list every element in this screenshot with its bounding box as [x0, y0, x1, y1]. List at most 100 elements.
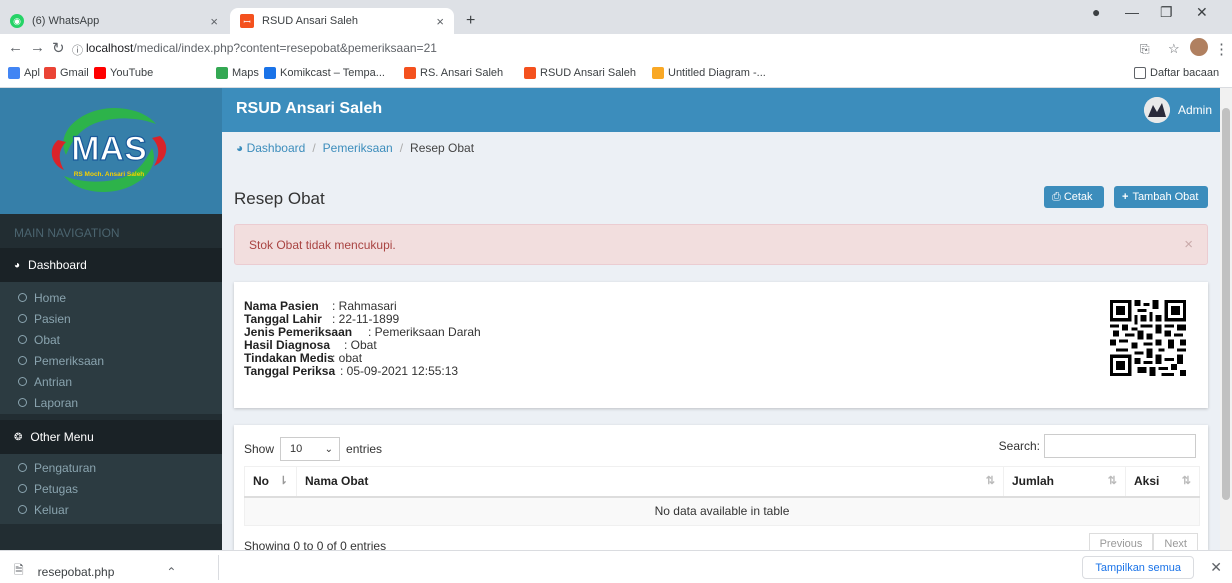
bookmark-rsud-ansari[interactable]: RSUD Ansari Saleh — [524, 67, 636, 79]
sidebar-item-laporan[interactable]: Laporan — [0, 392, 222, 413]
app-title: RSUD Ansari Saleh — [236, 100, 383, 117]
bookmark-label: Gmail — [60, 67, 89, 79]
sidebar-item-pemeriksaan[interactable]: Pemeriksaan — [0, 350, 222, 371]
circle-icon — [18, 377, 27, 386]
translate-icon[interactable]: ⎘ — [1140, 42, 1150, 57]
scrollbar-thumb[interactable] — [1222, 108, 1230, 500]
main-nav-header: MAIN NAVIGATION — [14, 226, 120, 240]
site-favicon — [524, 67, 536, 79]
tab-rsud[interactable]: ꟷ RSUD Ansari Saleh × — [230, 8, 454, 34]
entries-label: entries — [346, 442, 383, 456]
column-label: Nama Obat — [305, 474, 369, 489]
column-header-no[interactable]: No ⇂ — [244, 466, 297, 498]
button-label: Cetak — [1063, 191, 1093, 203]
mas-logo: MAS RS Moch. Ansari Saleh — [51, 108, 167, 192]
circle-icon — [18, 463, 27, 472]
sidebar-item-home[interactable]: Home — [0, 287, 222, 308]
svg-text:RS Moch. Ansari Saleh: RS Moch. Ansari Saleh — [74, 171, 145, 178]
sidebar-item-pasien[interactable]: Pasien — [0, 308, 222, 329]
medicine-table: No ⇂ Nama Obat ⇅ Jumlah ⇅ Aksi ⇅ No data ava… — [244, 466, 1200, 526]
user-menu[interactable]: Admin — [1143, 97, 1212, 123]
close-tab-icon[interactable]: × — [436, 14, 444, 29]
menu-item-label: Antrian — [34, 374, 73, 389]
reading-list[interactable]: Daftar bacaan — [1134, 67, 1219, 79]
dashboard-icon: ◕ — [14, 259, 21, 271]
bookmark-gmail[interactable]: Gmail — [44, 67, 89, 79]
breadcrumb-dashboard[interactable]: ◕ Dashboard — [236, 141, 305, 155]
menu-item-label: Home — [34, 290, 67, 305]
sidebar-item-antrian[interactable]: Antrian — [0, 371, 222, 392]
reload-icon[interactable]: ↻ — [52, 39, 65, 57]
bookmark-label: YouTube — [110, 67, 154, 79]
file-icon: 🗎 — [14, 563, 24, 577]
profile-avatar[interactable] — [1190, 38, 1208, 56]
entries-select[interactable]: 10 ⌄ — [280, 437, 341, 461]
menu-item-label: Keluar — [34, 502, 69, 517]
search-input[interactable] — [1044, 434, 1196, 458]
chevron-up-icon[interactable]: ⌃ — [166, 565, 176, 579]
bookmark-untitled-diagram[interactable]: Untitled Diagram -... — [652, 67, 766, 79]
close-icon[interactable]: × — [1184, 236, 1193, 253]
button-label: Tambah Obat — [1132, 191, 1199, 203]
bookmark-label: Untitled Diagram -... — [668, 67, 766, 79]
download-filename: resepobat.php — [37, 564, 115, 579]
bookmark-apps[interactable]: Apl — [8, 67, 40, 79]
close-window-icon[interactable]: ✕ — [1196, 4, 1208, 21]
column-label: Jumlah — [1012, 474, 1055, 489]
new-tab-button[interactable]: + — [456, 8, 486, 34]
forward-icon[interactable]: → — [30, 39, 45, 56]
menu-item-label: Laporan — [34, 395, 79, 410]
maximize-icon[interactable]: ❐ — [1160, 4, 1173, 21]
menu-dashboard[interactable]: ◕ Dashboard — [0, 248, 222, 282]
download-item[interactable]: 🗎 resepobat.php ⌃ — [14, 561, 176, 582]
top-navbar: RSUD Ansari Saleh Admin — [222, 88, 1220, 132]
other-submenu: Pengaturan Petugas Keluar — [0, 454, 222, 524]
bookmark-komikcast[interactable]: Komikcast – Tempa... — [264, 67, 385, 79]
entries-length: Show 10 ⌄ entries — [244, 437, 382, 461]
tab-whatsapp[interactable]: ◉ (6) WhatsApp × — [0, 8, 228, 34]
minimize-icon[interactable]: — — [1125, 4, 1139, 20]
bookmark-label: Apl — [24, 67, 40, 79]
star-icon[interactable]: ☆ — [1168, 41, 1180, 57]
close-tab-icon[interactable]: × — [210, 14, 218, 29]
column-header-nama-obat[interactable]: Nama Obat ⇅ — [296, 466, 1004, 498]
table-row: No data available in table — [244, 496, 1200, 526]
whatsapp-icon: ◉ — [10, 14, 24, 28]
menu-other[interactable]: ❂ Other Menu — [0, 420, 222, 454]
profile-dot-icon[interactable]: ● — [1092, 4, 1100, 20]
close-icon[interactable]: ✕ — [1210, 559, 1222, 576]
site-favicon — [404, 67, 416, 79]
sort-asc-icon: ⇂ — [278, 475, 288, 488]
print-icon: ⎙ — [1052, 190, 1061, 203]
info-value: : 05-09-2021 12:55:13 — [340, 364, 459, 378]
url-input[interactable]: localhost/medical/index.php?content=rese… — [86, 41, 437, 55]
logo[interactable]: MAS RS Moch. Ansari Saleh — [0, 88, 222, 214]
print-button[interactable]: ⎙ Cetak — [1044, 186, 1104, 208]
circle-icon — [18, 335, 27, 344]
sidebar-item-pengaturan[interactable]: Pengaturan — [0, 457, 222, 478]
info-icon[interactable]: ⓘ — [72, 42, 83, 58]
table-header-row: No ⇂ Nama Obat ⇅ Jumlah ⇅ Aksi ⇅ — [244, 466, 1200, 498]
breadcrumb-label: Dashboard — [246, 141, 306, 155]
bookmark-youtube[interactable]: YouTube — [94, 67, 153, 79]
page-title: Resep Obat — [234, 189, 325, 208]
site-favicon: ꟷ — [240, 14, 254, 28]
sidebar-item-petugas[interactable]: Petugas — [0, 478, 222, 499]
back-icon[interactable]: ← — [8, 39, 23, 56]
column-header-jumlah[interactable]: Jumlah ⇅ — [1003, 466, 1126, 498]
add-medicine-button[interactable]: + Tambah Obat — [1114, 186, 1208, 208]
page-scrollbar[interactable] — [1220, 88, 1232, 550]
bookmark-maps[interactable]: Maps — [216, 67, 259, 79]
column-header-aksi[interactable]: Aksi ⇅ — [1125, 466, 1200, 498]
sidebar-item-obat[interactable]: Obat — [0, 329, 222, 350]
empty-table-message: No data available in table — [244, 496, 1200, 526]
qr-code — [1110, 300, 1186, 376]
youtube-icon — [94, 67, 106, 79]
sidebar-item-keluar[interactable]: Keluar — [0, 499, 222, 520]
info-row: Tanggal Periksa: 05-09-2021 12:55:13 — [244, 365, 481, 378]
bookmark-rs-ansari[interactable]: RS. Ansari Saleh — [404, 67, 503, 79]
show-all-button[interactable]: Tampilkan semua — [1082, 556, 1194, 579]
medicine-table-box: Show 10 ⌄ entries Search: No ⇂ Nama Obat ⇅ … — [234, 425, 1208, 557]
menu-icon[interactable]: ⋮ — [1214, 40, 1229, 58]
breadcrumb-pemeriksaan[interactable]: Pemeriksaan — [323, 141, 393, 155]
